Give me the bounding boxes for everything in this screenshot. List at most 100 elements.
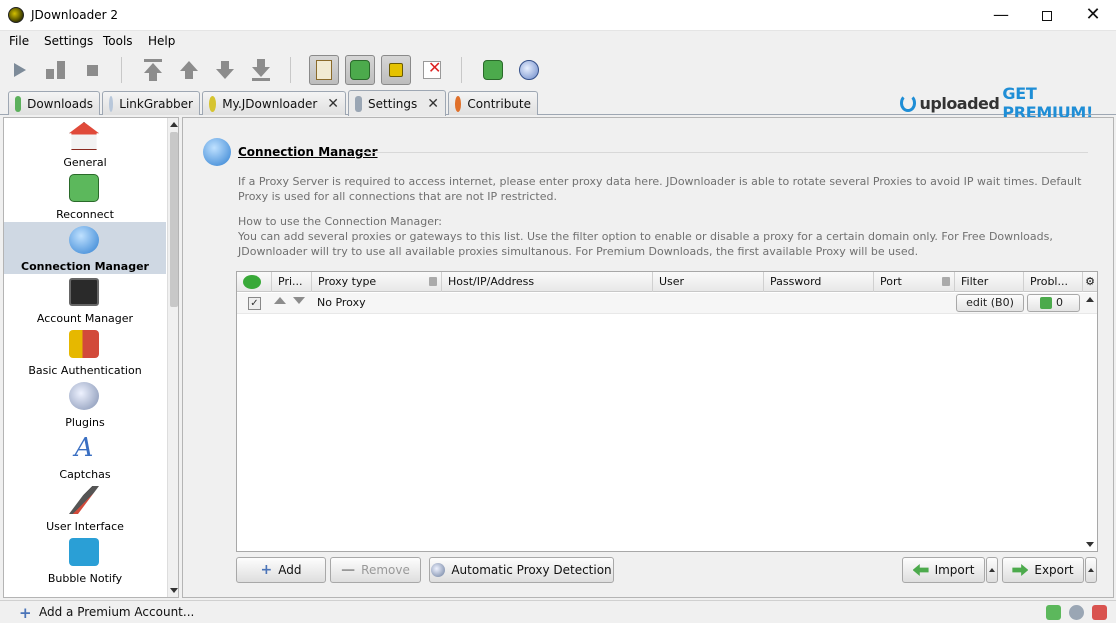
export-button[interactable]: Export [1002, 557, 1097, 583]
add-premium-account-link[interactable]: Add a Premium Account... [39, 605, 194, 619]
proxy-enabled-checkbox[interactable]: ✓ [248, 297, 261, 310]
scroll-down-icon[interactable] [170, 588, 178, 593]
minus-icon: — [341, 562, 356, 578]
remove-proxy-button[interactable]: — Remove [330, 557, 421, 583]
tab-settings[interactable]: Settings ✕ [348, 90, 446, 116]
column-user[interactable]: User [653, 272, 764, 292]
scroll-thumb[interactable] [170, 132, 178, 307]
settings-content-panel: Connection Manager If a Proxy Server is … [182, 117, 1114, 598]
sidebar-item-bubble-notify[interactable]: Bubble Notify [4, 534, 166, 586]
move-top-icon [144, 59, 162, 81]
menu-bar: File Settings Tools Help [0, 31, 1116, 51]
column-problems[interactable]: Probl... [1024, 272, 1083, 292]
tab-downloads[interactable]: Downloads [8, 91, 100, 115]
import-button[interactable]: Import [902, 557, 998, 583]
menu-file[interactable]: File [9, 34, 29, 48]
priority-up-icon[interactable] [274, 297, 286, 304]
reconnect-icon [350, 60, 370, 80]
account-lock-icon [69, 278, 99, 306]
sidebar-item-account-manager[interactable]: Account Manager [4, 274, 166, 326]
minimize-button[interactable]: — [978, 0, 1024, 31]
jdownloader-logo-icon [8, 7, 24, 23]
column-port[interactable]: Port [874, 272, 955, 292]
tab-contribute[interactable]: Contribute [448, 91, 538, 115]
import-dropdown-button[interactable] [986, 557, 998, 583]
sidebar-item-captchas[interactable]: A Captchas [4, 430, 166, 482]
sidebar-item-user-interface[interactable]: User Interface [4, 482, 166, 534]
ok-icon [1040, 297, 1052, 309]
sidebar-scrollbar[interactable] [167, 118, 178, 597]
reconnect-now-button[interactable] [478, 55, 508, 85]
tab-linkgrabber[interactable]: LinkGrabber [102, 91, 200, 115]
filter-edit-button[interactable]: edit (B0) [956, 294, 1024, 312]
menu-help[interactable]: Help [148, 34, 175, 48]
linkgrabber-status-icon[interactable] [1069, 605, 1084, 620]
column-filter[interactable]: Filter [955, 272, 1024, 292]
move-to-top-button[interactable] [138, 55, 168, 85]
reconnect-now-icon [483, 60, 503, 80]
add-premium-plus-icon: + [19, 604, 32, 622]
myjdownloader-icon [209, 95, 217, 112]
close-tab-icon[interactable]: ✕ [327, 96, 339, 112]
premium-toggle[interactable] [381, 55, 411, 85]
update-check-button[interactable] [514, 55, 544, 85]
sidebar-item-basic-authentication[interactable]: Basic Authentication [4, 326, 166, 378]
uploaded-logo-icon [900, 94, 917, 112]
sidebar-item-reconnect[interactable]: Reconnect [4, 170, 166, 222]
silent-mode-toggle[interactable]: ✕ [417, 55, 447, 85]
settings-tools-icon [355, 95, 363, 112]
scroll-up-icon[interactable] [170, 122, 178, 127]
connection-manager-icon [203, 138, 231, 166]
title-bar: JDownloader 2 — ✕ [0, 0, 1116, 31]
sidebar-item-label: Reconnect [56, 208, 114, 221]
move-to-bottom-button[interactable] [246, 55, 276, 85]
scroll-up-icon[interactable] [1086, 297, 1094, 302]
play-icon [14, 63, 26, 77]
automatic-proxy-detection-button[interactable]: Automatic Proxy Detection [429, 557, 614, 583]
menu-tools[interactable]: Tools [103, 34, 133, 48]
clipboard-observer-toggle[interactable] [309, 55, 339, 85]
title-divider [358, 152, 1088, 153]
column-enabled[interactable] [237, 272, 272, 292]
tab-label: Downloads [27, 96, 93, 111]
sidebar-item-plugins[interactable]: Plugins [4, 378, 166, 430]
sidebar-item-general[interactable]: General [4, 118, 166, 170]
premium-status-icon[interactable] [1092, 605, 1107, 620]
move-up-button[interactable] [174, 55, 204, 85]
close-tab-icon[interactable]: ✕ [427, 96, 439, 112]
clipboard-icon [316, 60, 332, 80]
move-down-button[interactable] [210, 55, 240, 85]
stop-downloads-button[interactable] [77, 55, 107, 85]
check-green-icon [243, 275, 261, 289]
table-scrollbar[interactable] [1083, 293, 1097, 551]
tab-myjdownloader[interactable]: My.JDownloader ✕ [202, 91, 346, 115]
column-proxy-type[interactable]: Proxy type [312, 272, 442, 292]
column-priority[interactable]: Pri... [272, 272, 312, 292]
scroll-down-icon[interactable] [1086, 542, 1094, 547]
reconnect-status-icon[interactable] [1046, 605, 1061, 620]
page-title: Connection Manager [238, 145, 378, 159]
menu-settings[interactable]: Settings [44, 34, 93, 48]
column-settings-gear-icon[interactable]: ⚙ [1083, 272, 1097, 292]
get-premium-banner[interactable]: uploaded GET PREMIUM! [900, 84, 1116, 122]
sidebar-item-connection-manager[interactable]: Connection Manager [4, 222, 166, 274]
auto-reconnect-toggle[interactable] [345, 55, 375, 85]
pause-downloads-button[interactable] [40, 55, 70, 85]
proxy-detect-icon [431, 563, 446, 577]
add-proxy-button[interactable]: + Add [236, 557, 326, 583]
export-dropdown-button[interactable] [1085, 557, 1097, 583]
window-disabled-icon: ✕ [423, 58, 441, 79]
import-arrow-icon [912, 564, 929, 576]
problems-button[interactable]: 0 [1027, 294, 1080, 312]
start-downloads-button[interactable] [5, 55, 35, 85]
table-row[interactable]: ✓ No Proxy edit (B0) 0 [237, 293, 1097, 314]
maximize-button[interactable] [1024, 0, 1070, 31]
close-window-button[interactable]: ✕ [1070, 0, 1116, 31]
column-password[interactable]: Password [764, 272, 874, 292]
download-arrow-icon [15, 95, 22, 112]
plus-icon: + [260, 562, 273, 578]
priority-down-icon[interactable] [293, 297, 305, 304]
proxy-description: If a Proxy Server is required to access … [238, 175, 1082, 203]
button-label: Remove [361, 563, 410, 577]
column-host[interactable]: Host/IP/Address [442, 272, 653, 292]
